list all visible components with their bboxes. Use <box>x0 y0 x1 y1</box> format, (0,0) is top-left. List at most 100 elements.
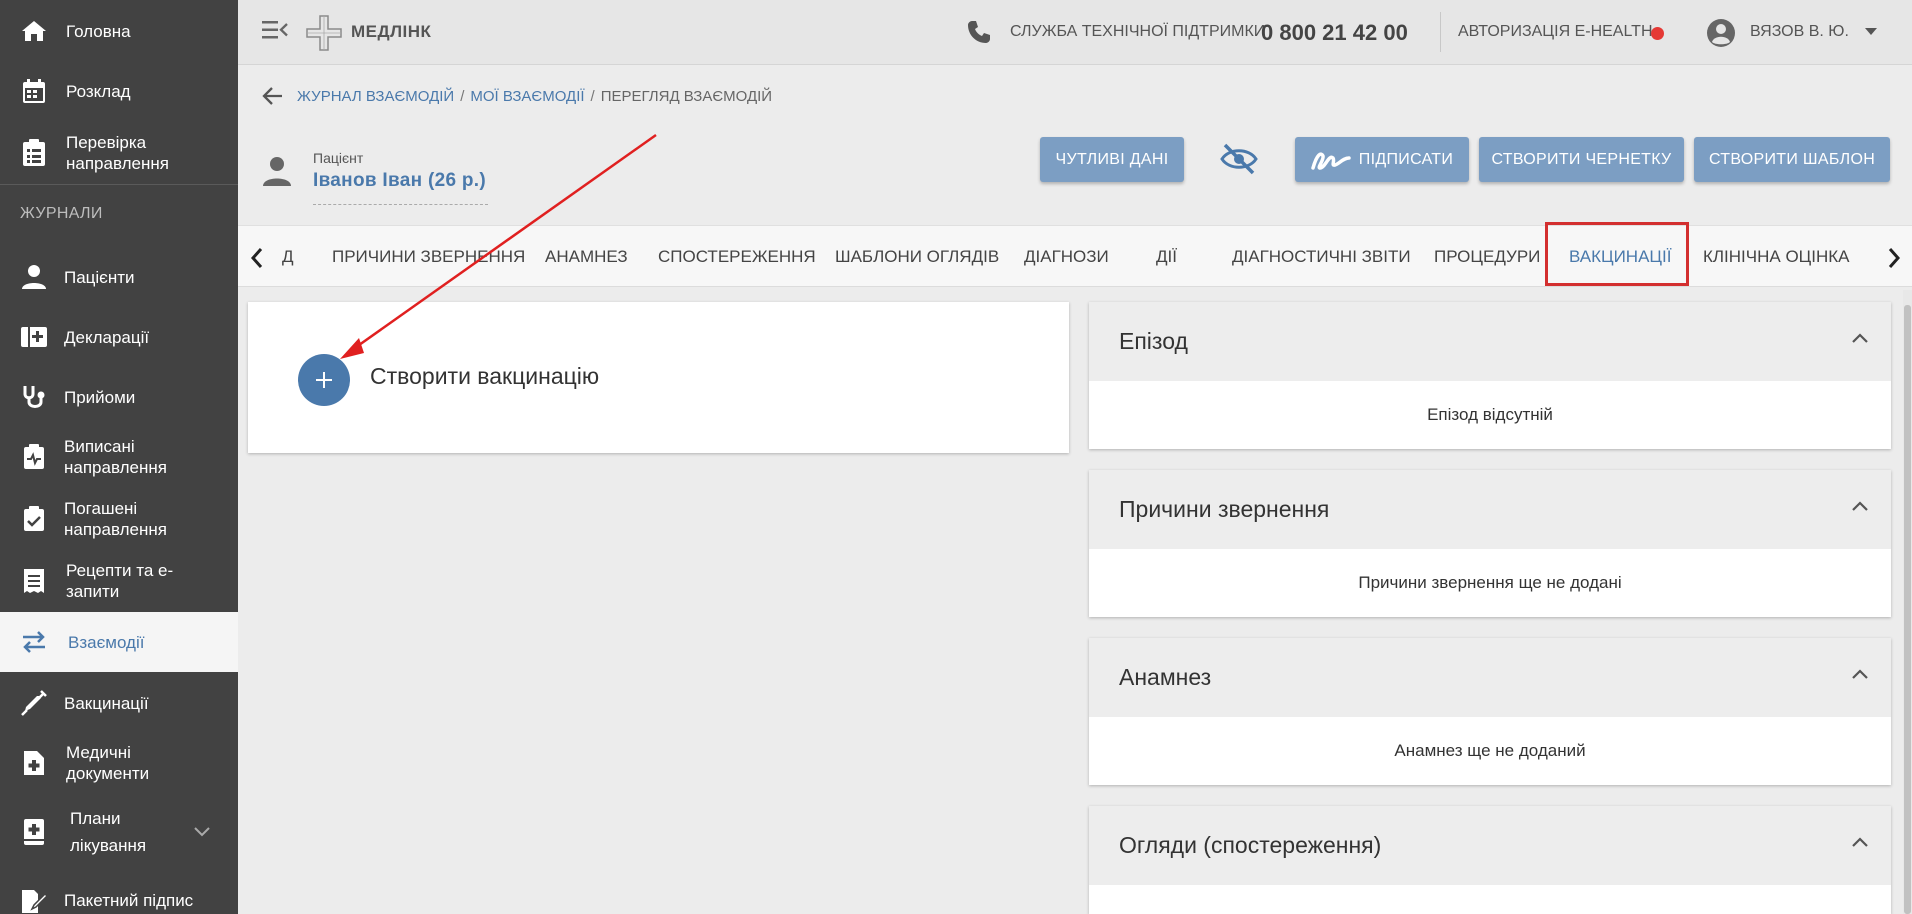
sidebar-item-declarations[interactable]: Декларації <box>0 316 238 358</box>
panel-episode: Епізод Епізод відсутній <box>1089 302 1891 449</box>
sidebar-item-medical-documents[interactable]: Медичні документи <box>0 738 238 788</box>
sidebar-item-label: Виписані направлення <box>64 437 167 477</box>
sidebar-divider <box>0 184 238 185</box>
book-plus-icon <box>20 818 48 846</box>
person-icon <box>20 263 48 291</box>
panel-header[interactable]: Огляди (спостереження) <box>1089 806 1891 885</box>
sidebar-item-redeemed-referrals[interactable]: Погашені направлення <box>0 494 238 544</box>
ehealth-auth-link[interactable]: АВТОРИЗАЦІЯ E-HEALTH <box>1458 23 1653 41</box>
sidebar-item-issued-referrals[interactable]: Виписані направлення <box>0 432 238 482</box>
top-bar: МЕДЛІНК СЛУЖБА ТЕХНІЧНОЇ ПІДТРИМКИ 0 800… <box>238 0 1912 65</box>
clipboard-pulse-icon <box>20 443 48 471</box>
breadcrumb: ЖУРНАЛ ВЗАЄМОДІЙ / МОЇ ВЗАЄМОДІЇ / ПЕРЕГЛЯД … <box>297 88 772 105</box>
sensitive-data-button[interactable]: ЧУТЛИВІ ДАНІ <box>1040 137 1184 182</box>
chevron-right-icon[interactable] <box>1887 247 1901 269</box>
home-icon <box>20 17 48 45</box>
breadcrumb-interactions-journal[interactable]: ЖУРНАЛ ВЗАЄМОДІЙ <box>297 88 454 105</box>
swap-arrows-icon <box>20 628 48 656</box>
panel-header[interactable]: Анамнез <box>1089 638 1891 717</box>
support-phone[interactable]: 0 800 21 42 00 <box>1261 20 1408 46</box>
sidebar-item-label: Вакцинації <box>64 693 149 713</box>
sidebar-item-label: Розклад <box>66 81 131 101</box>
scrollbar-thumb[interactable] <box>1904 305 1911 914</box>
avatar-icon[interactable] <box>1706 18 1736 48</box>
chevron-up-icon[interactable] <box>1851 668 1869 680</box>
sidebar-item-label: Медичні документи <box>66 743 150 783</box>
panel-observations: Огляди (спостереження) <box>1089 806 1891 914</box>
phone-icon <box>968 21 990 43</box>
tab-highlight-annotation <box>1545 222 1689 286</box>
sidebar-item-appointments[interactable]: Прийоми <box>0 376 238 418</box>
panel-body: Епізод відсутній <box>1427 405 1553 424</box>
receipt-icon <box>20 567 48 595</box>
tab-partial[interactable]: Д <box>282 226 294 288</box>
patient-underline <box>313 204 488 205</box>
calendar-icon <box>20 77 48 105</box>
chevron-up-icon[interactable] <box>1851 836 1869 848</box>
patient-name[interactable]: Іванов Іван (26 р.) <box>313 170 486 192</box>
hide-eye-icon[interactable] <box>1219 142 1259 176</box>
sidebar-item-home[interactable]: Головна <box>0 10 238 52</box>
tab-procedures[interactable]: ПРОЦЕДУРИ <box>1434 226 1540 288</box>
sidebar-item-label: Пацієнти <box>64 267 135 287</box>
panel-title: Причини звернення <box>1119 496 1330 522</box>
sidebar-item-label: Пакетний підпис <box>64 891 194 910</box>
panel-header[interactable]: Причини звернення <box>1089 470 1891 549</box>
chevron-down-icon[interactable] <box>192 825 212 839</box>
sidebar-item-treatment-plans[interactable]: Плани лікування <box>0 800 238 864</box>
sign-button[interactable]: ПІДПИСАТИ <box>1295 137 1469 182</box>
back-arrow-icon[interactable] <box>262 86 284 106</box>
sidebar-item-label: Погашені направлення <box>64 499 167 539</box>
tab-observations[interactable]: СПОСТЕРЕЖЕННЯ <box>658 226 816 288</box>
create-draft-button[interactable]: СТВОРИТИ ЧЕРНЕТКУ <box>1479 137 1684 182</box>
sidebar-item-referral-check[interactable]: Перевірка направлення <box>0 128 238 178</box>
breadcrumb-my-interactions[interactable]: МОЇ ВЗАЄМОДІЇ <box>470 88 584 105</box>
sidebar-item-batch-sign[interactable]: Пакетний підпис <box>0 880 238 914</box>
sidebar-item-label: Плани лікування <box>70 809 147 855</box>
create-vaccination-label[interactable]: Створити вакцинацію <box>370 363 599 390</box>
panel-body: Анамнез ще не доданий <box>1394 741 1586 760</box>
tab-exam-templates[interactable]: ШАБЛОНИ ОГЛЯДІВ <box>835 226 999 288</box>
document-plus-icon <box>20 749 48 777</box>
tab-reasons[interactable]: ПРИЧИНИ ЗВЕРНЕННЯ <box>332 226 525 288</box>
ehealth-status-dot <box>1651 27 1664 40</box>
sidebar: Головна Розклад Перевірка направлення ЖУ… <box>0 0 238 914</box>
sidebar-item-interactions[interactable]: Взаємодії <box>0 612 238 672</box>
sidebar-item-patients[interactable]: Пацієнти <box>0 256 238 298</box>
patient-label: Пацієнт <box>313 150 364 166</box>
sidebar-item-prescriptions[interactable]: Рецепти та е-запити <box>0 556 238 606</box>
patient-person-icon <box>263 157 291 186</box>
breadcrumb-separator: / <box>460 88 465 105</box>
plus-icon <box>316 372 332 388</box>
sign-pen-icon <box>20 887 48 914</box>
create-template-button[interactable]: СТВОРИТИ ШАБЛОН <box>1694 137 1890 182</box>
stethoscope-icon <box>20 383 48 411</box>
breadcrumb-separator: / <box>590 88 595 105</box>
sidebar-item-label: Головна <box>66 21 131 41</box>
divider <box>1440 12 1441 52</box>
tab-diagnoses[interactable]: ДІАГНОЗИ <box>1024 226 1109 288</box>
sidebar-item-vaccinations[interactable]: Вакцинації <box>0 682 238 724</box>
user-name[interactable]: ВЯЗОВ В. Ю. <box>1750 23 1849 41</box>
chevron-left-icon[interactable] <box>250 247 264 269</box>
panel-title: Огляди (спостереження) <box>1119 832 1382 858</box>
tab-diagnostic-reports[interactable]: ДІАГНОСТИЧНІ ЗВІТИ <box>1232 226 1411 288</box>
chevron-up-icon[interactable] <box>1851 500 1869 512</box>
sidebar-item-label: Рецепти та е-запити <box>66 561 174 601</box>
chevron-up-icon[interactable] <box>1851 332 1869 344</box>
tab-actions[interactable]: ДІЇ <box>1156 226 1177 288</box>
add-vaccination-button[interactable] <box>298 354 350 406</box>
caret-down-icon[interactable] <box>1864 27 1878 36</box>
menu-collapse-icon[interactable] <box>262 20 288 40</box>
tab-anamnesis[interactable]: АНАМНЕЗ <box>545 226 628 288</box>
breadcrumb-current: ПЕРЕГЛЯД ВЗАЄМОДІЙ <box>600 88 773 105</box>
tab-clinical-assessment[interactable]: КЛІНІЧНА ОЦІНКА <box>1703 226 1850 288</box>
sidebar-section-journals: ЖУРНАЛИ <box>20 205 103 222</box>
panel-body <box>1089 885 1891 914</box>
signature-icon <box>1311 151 1351 170</box>
sidebar-item-schedule[interactable]: Розклад <box>0 70 238 112</box>
panel-header[interactable]: Епізод <box>1089 302 1891 381</box>
sidebar-item-label: Взаємодії <box>68 632 145 652</box>
clipboard-check-icon <box>20 505 48 533</box>
panel-anamnesis: Анамнез Анамнез ще не доданий <box>1089 638 1891 785</box>
